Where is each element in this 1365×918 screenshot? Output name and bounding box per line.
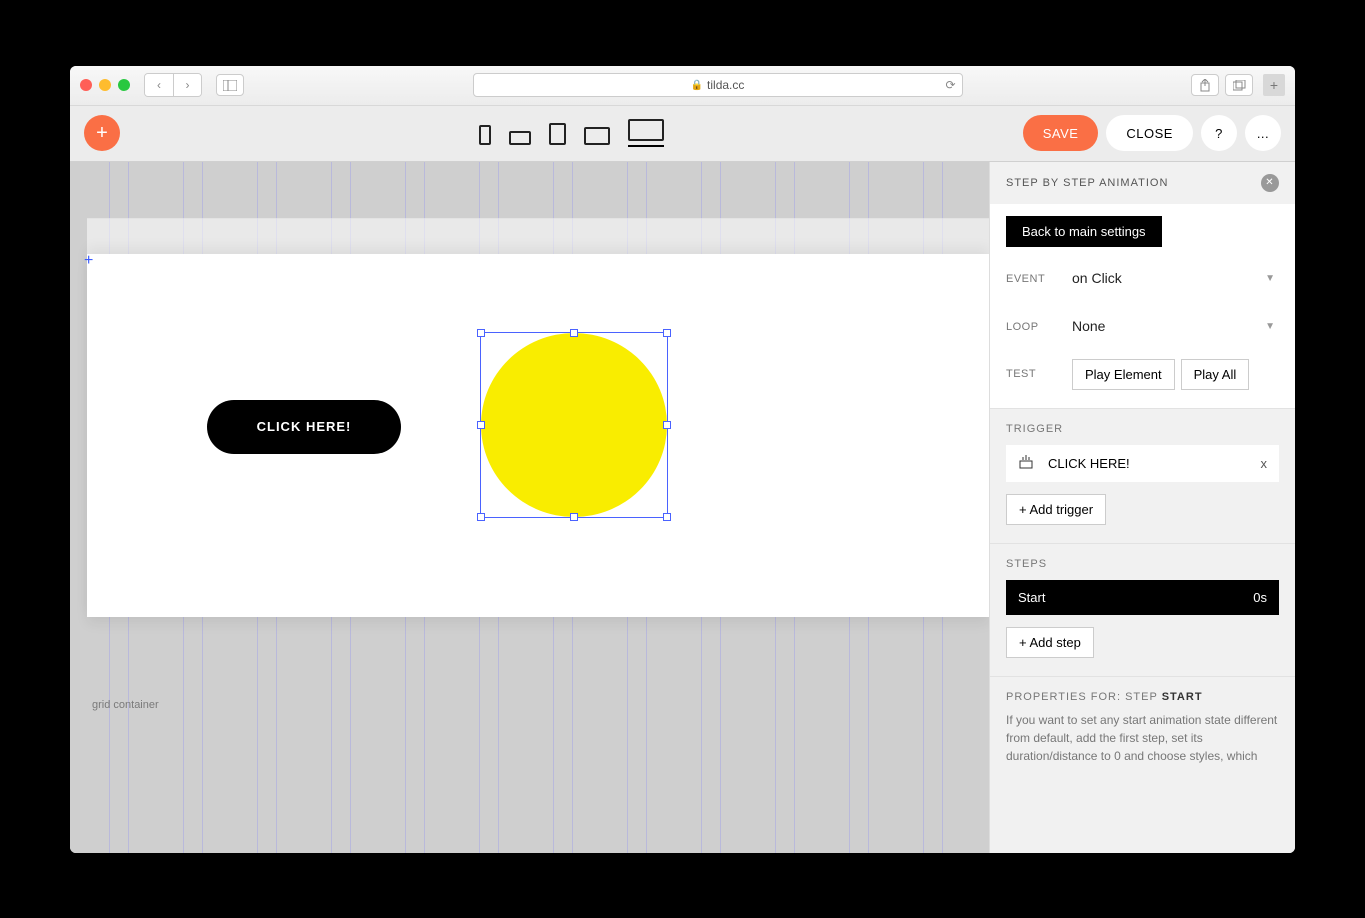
event-select[interactable]: on Click ▼ [1072,263,1279,295]
animation-panel: STEP BY STEP ANIMATION ✕ Back to main se… [989,162,1295,853]
tabs-glyph [1233,80,1246,91]
properties-step-name: START [1162,691,1203,703]
event-row: EVENT on Click ▼ [1006,263,1279,295]
nav-buttons: ‹ › [144,73,202,97]
device-tablet-landscape[interactable] [584,127,610,147]
forward-button[interactable]: › [173,74,201,96]
close-button[interactable]: CLOSE [1106,115,1193,151]
trigger-remove-icon[interactable]: x [1261,456,1268,471]
canvas[interactable]: + CLICK HERE! grid container [70,162,989,853]
panel-section-trigger: TRIGGER CLICK HERE! x + Add trigger [990,408,1295,543]
resize-handle-tr[interactable] [663,329,671,337]
event-value: on Click [1072,270,1122,286]
panel-icon [223,80,237,91]
panel-title: STEP BY STEP ANIMATION [1006,177,1168,189]
test-row: TEST Play Element Play All [1006,359,1279,390]
play-element-button[interactable]: Play Element [1072,359,1175,390]
resize-handle-mr[interactable] [663,421,671,429]
step-time: 0s [1253,590,1267,605]
loop-row: LOOP None ▼ [1006,311,1279,343]
share-icon[interactable] [1191,74,1219,96]
properties-note: If you want to set any start animation s… [1006,711,1279,765]
resize-handle-br[interactable] [663,513,671,521]
artboard-header [87,218,989,254]
chevron-down-icon: ▼ [1265,321,1275,332]
window-close-icon[interactable] [80,79,92,91]
resize-handle-bm[interactable] [570,513,578,521]
add-step-button[interactable]: + Add step [1006,627,1094,658]
device-desktop[interactable] [628,119,664,147]
canvas-footer-label: grid container [92,699,159,711]
plus-icon: + [96,122,108,145]
add-trigger-button[interactable]: + Add trigger [1006,494,1106,525]
add-element-button[interactable]: + [84,115,120,151]
save-button[interactable]: SAVE [1023,115,1099,151]
resize-handle-bl[interactable] [477,513,485,521]
trigger-title: TRIGGER [1006,423,1279,435]
lock-icon: 🔒 [691,80,703,91]
app-toolbar: + SAVE CLOSE ? ... [70,106,1295,162]
back-button[interactable]: ‹ [145,74,173,96]
more-button[interactable]: ... [1245,115,1281,151]
help-button[interactable]: ? [1201,115,1237,151]
loop-label: LOOP [1006,321,1072,333]
device-switcher [479,119,664,147]
device-phone-portrait[interactable] [479,125,491,147]
sidebar-toggle-icon[interactable] [216,74,244,96]
refresh-icon[interactable]: ⟳ [945,78,955,92]
chevron-down-icon: ▼ [1265,273,1275,284]
resize-handle-tm[interactable] [570,329,578,337]
new-tab-button[interactable]: + [1263,74,1285,96]
event-label: EVENT [1006,273,1072,285]
panel-header: STEP BY STEP ANIMATION ✕ [990,162,1295,204]
share-glyph [1199,79,1211,92]
trigger-item-label: CLICK HERE! [1048,456,1130,471]
panel-close-icon[interactable]: ✕ [1261,174,1279,192]
browser-window: ‹ › 🔒 tilda.cc ⟳ + + [70,66,1295,853]
shape-circle[interactable] [481,333,667,517]
step-label: Start [1018,590,1045,605]
url-text: tilda.cc [707,78,744,92]
trigger-item[interactable]: CLICK HERE! x [1006,445,1279,482]
properties-prefix: PROPERTIES FOR: STEP [1006,691,1162,703]
panel-section-main: Back to main settings EVENT on Click ▼ L… [990,204,1295,408]
browser-chrome: ‹ › 🔒 tilda.cc ⟳ + [70,66,1295,106]
panel-section-steps: STEPS Start 0s + Add step [990,543,1295,676]
tabs-icon[interactable] [1225,74,1253,96]
window-zoom-icon[interactable] [118,79,130,91]
resize-handle-ml[interactable] [477,421,485,429]
steps-title: STEPS [1006,558,1279,570]
panel-section-properties: PROPERTIES FOR: STEP START If you want t… [990,676,1295,783]
device-tablet-portrait[interactable] [549,123,566,147]
trigger-icon [1018,455,1034,472]
app-body: + CLICK HERE! grid container STEP BY STE… [70,162,1295,853]
canvas-button-element[interactable]: CLICK HERE! [207,400,401,454]
chrome-right: + [1191,74,1285,96]
traffic-lights [80,79,130,91]
loop-value: None [1072,318,1105,334]
loop-select[interactable]: None ▼ [1072,311,1279,343]
test-label: TEST [1006,368,1072,380]
toolbar-right: SAVE CLOSE ? ... [1023,115,1281,151]
resize-handle-tl[interactable] [477,329,485,337]
window-minimize-icon[interactable] [99,79,111,91]
url-bar[interactable]: 🔒 tilda.cc ⟳ [473,73,963,97]
step-start[interactable]: Start 0s [1006,580,1279,615]
back-to-main-button[interactable]: Back to main settings [1006,216,1162,247]
origin-marker-icon: + [84,252,93,270]
device-phone-landscape[interactable] [509,131,531,147]
play-all-button[interactable]: Play All [1181,359,1250,390]
selection-box[interactable] [480,332,668,518]
properties-title: PROPERTIES FOR: STEP START [1006,691,1279,703]
